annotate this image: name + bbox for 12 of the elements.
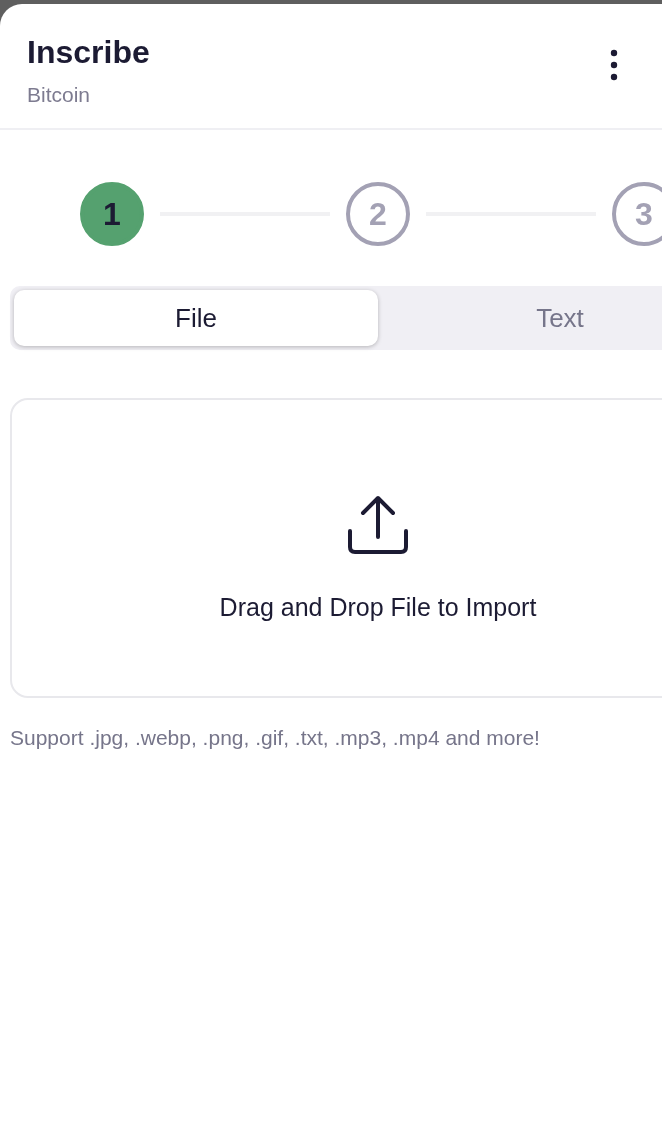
network-label: Bitcoin <box>27 82 92 108</box>
upload-icon <box>347 494 409 555</box>
more-menu-icon[interactable] <box>610 49 618 81</box>
step-indicator: 2 <box>346 182 410 246</box>
step-indicator: 3 <box>612 182 662 246</box>
page-title: Inscribe <box>27 33 150 72</box>
tab[interactable]: Text <box>378 290 662 346</box>
step-indicator: 1 <box>80 182 144 246</box>
file-drop-zone[interactable]: Drag and Drop File to Import <box>10 398 662 698</box>
supported-formats-note: Support .jpg, .webp, .png, .gif, .txt, .mp3, .mp4 and more! <box>10 726 541 750</box>
drop-zone-label: Drag and Drop File to Import <box>219 592 537 622</box>
tab[interactable]: File <box>14 290 378 346</box>
